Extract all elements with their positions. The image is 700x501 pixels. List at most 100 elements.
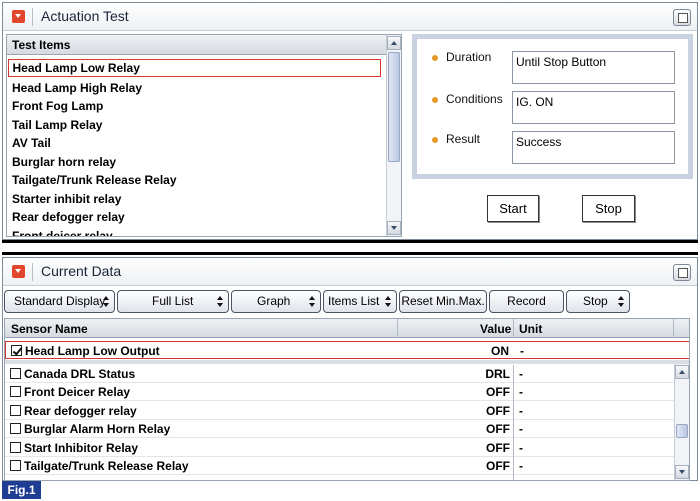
row-checkbox[interactable] — [11, 345, 22, 356]
spinner-icon — [385, 296, 393, 308]
sensor-unit: - — [520, 344, 524, 358]
row-checkbox[interactable] — [10, 386, 21, 397]
list-scrollbar[interactable] — [386, 35, 401, 236]
list-item[interactable]: Front deicer relay — [7, 227, 387, 236]
stop-button[interactable]: Stop — [582, 195, 635, 222]
items-list-label: Items List — [328, 294, 380, 308]
sensor-unit: - — [519, 459, 523, 473]
column-separator — [673, 319, 674, 338]
list-item[interactable]: Rear defogger relay — [7, 208, 387, 226]
maximize-icon[interactable] — [673, 264, 691, 281]
conditions-label: Conditions — [446, 92, 503, 106]
full-list-select[interactable]: Full List — [117, 290, 229, 313]
table-row[interactable]: Start Inhibitor Relay OFF - — [5, 439, 675, 457]
sensor-name: Front Deicer Relay — [24, 385, 131, 399]
unit-header: Unit — [519, 322, 543, 336]
sensor-value: OFF — [486, 422, 510, 436]
sensor-unit: - — [519, 367, 523, 381]
scroll-thumb[interactable] — [388, 52, 400, 162]
selected-table-row[interactable]: Head Lamp Low Output ON - — [5, 341, 689, 359]
test-items-list: Test Items Head Lamp Low Relay Head Lamp… — [6, 34, 402, 237]
spinner-icon — [618, 296, 626, 308]
sensor-value: OFF — [486, 441, 510, 455]
result-value: Success — [512, 131, 675, 164]
sensor-unit: - — [519, 404, 523, 418]
collapse-icon[interactable] — [12, 10, 25, 23]
list-item[interactable]: Head Lamp High Relay — [7, 79, 387, 97]
row-checkbox[interactable] — [10, 423, 21, 434]
table-row[interactable]: Canada DRL Status DRL - — [5, 365, 675, 383]
maximize-icon[interactable] — [673, 9, 691, 26]
scroll-down-icon[interactable] — [387, 221, 401, 235]
panel-title: Current Data — [41, 263, 122, 279]
test-details-box: Duration Until Stop Button Conditions IG… — [412, 34, 693, 179]
current-data-table: Sensor Name Value Unit Head Lamp Low Out… — [4, 318, 690, 481]
row-checkbox[interactable] — [10, 368, 21, 379]
sensor-unit: - — [519, 385, 523, 399]
panel-divider — [2, 240, 698, 243]
row-checkbox[interactable] — [10, 460, 21, 471]
scroll-thumb[interactable] — [676, 424, 688, 438]
list-item[interactable]: Head Lamp Low Relay — [8, 59, 381, 77]
scroll-up-icon[interactable] — [675, 365, 689, 379]
test-items-header: Test Items — [7, 35, 387, 55]
spinner-icon — [217, 296, 225, 308]
sensor-name: Tailgate/Trunk Release Relay — [24, 459, 189, 473]
sensor-value: OFF — [486, 459, 510, 473]
column-separator — [513, 319, 514, 338]
actuation-test-header: Actuation Test — [3, 3, 697, 31]
scroll-up-icon[interactable] — [387, 36, 401, 50]
start-button[interactable]: Start — [487, 195, 539, 222]
sensor-name: Rear defogger relay — [24, 404, 137, 418]
row-checkbox[interactable] — [10, 405, 21, 416]
sensor-value: OFF — [486, 385, 510, 399]
reset-min-max-button[interactable]: Reset Min.Max. — [399, 290, 487, 313]
bullet-icon — [432, 137, 438, 143]
table-row[interactable]: Burglar Alarm Horn Relay OFF - — [5, 420, 675, 438]
collapse-icon[interactable] — [12, 265, 25, 278]
duration-label: Duration — [446, 50, 492, 64]
scroll-down-icon[interactable] — [675, 465, 689, 479]
table-header: Sensor Name Value Unit — [5, 319, 689, 338]
graph-label: Graph — [257, 294, 291, 308]
sensor-unit: - — [519, 422, 523, 436]
table-split — [5, 360, 689, 364]
list-item[interactable]: Tailgate/Trunk Release Relay — [7, 171, 387, 189]
full-list-label: Full List — [152, 294, 194, 308]
column-separator — [513, 365, 514, 480]
conditions-value: IG. ON — [512, 91, 675, 124]
result-label: Result — [446, 132, 481, 146]
table-row[interactable]: Front Deicer Relay OFF - — [5, 383, 675, 401]
panel-title: Actuation Test — [41, 8, 129, 24]
standard-display-select[interactable]: Standard Display — [4, 290, 115, 313]
spinner-icon — [309, 296, 317, 308]
items-list-select[interactable]: Items List — [323, 290, 397, 313]
spinner-icon — [103, 296, 111, 308]
stop-label: Stop — [583, 294, 608, 308]
duration-value: Until Stop Button — [512, 51, 675, 84]
table-row[interactable]: Rear defogger relay OFF - — [5, 402, 675, 420]
list-item[interactable]: AV Tail — [7, 134, 387, 152]
header-separator — [32, 263, 33, 281]
list-item[interactable]: Starter inhibit relay — [7, 190, 387, 208]
actuation-test-panel: Actuation Test Test Items Head Lamp Low … — [2, 2, 698, 240]
sensor-value: OFF — [486, 404, 510, 418]
record-button[interactable]: Record — [489, 290, 564, 313]
bullet-icon — [432, 55, 438, 61]
sensor-unit: - — [519, 441, 523, 455]
list-item[interactable]: Burglar horn relay — [7, 153, 387, 171]
list-item[interactable]: Tail Lamp Relay — [7, 116, 387, 134]
value-header: Value — [480, 322, 512, 336]
graph-select[interactable]: Graph — [231, 290, 321, 313]
table-scrollbar[interactable] — [674, 364, 689, 480]
table-row[interactable]: Tailgate/Trunk Release Relay OFF - — [5, 457, 675, 475]
stop-select[interactable]: Stop — [566, 290, 630, 313]
sensor-name: Burglar Alarm Horn Relay — [24, 422, 171, 436]
row-checkbox[interactable] — [10, 442, 21, 453]
panel-divider — [2, 252, 698, 255]
list-item[interactable]: Front Fog Lamp — [7, 97, 387, 115]
sensor-value: DRL — [485, 367, 510, 381]
sensor-name: Head Lamp Low Output — [25, 344, 160, 358]
figure-label: Fig.1 — [2, 481, 41, 499]
sensor-value: ON — [491, 344, 509, 358]
